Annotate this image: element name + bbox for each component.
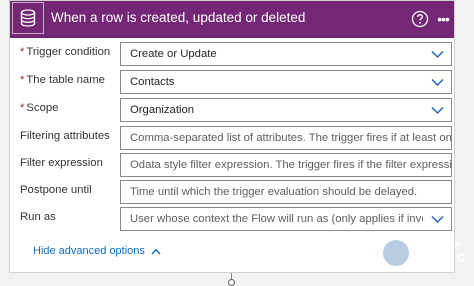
- database-icon: [12, 2, 44, 34]
- trigger-condition-row: * Trigger condition Create or Update: [10, 42, 454, 66]
- card-title: When a row is created, updated or delete…: [51, 10, 306, 25]
- filtering-attributes-row: Filtering attributes Comma-separated lis…: [10, 126, 454, 150]
- more-options-icon[interactable]: •••: [433, 8, 453, 30]
- postpone-until-label: Postpone until: [20, 184, 92, 196]
- table-name-row: * The table name Contacts: [10, 70, 454, 94]
- required-marker: *: [20, 74, 25, 86]
- filtering-attributes-placeholder: Comma-separated list of attributes. The …: [130, 132, 452, 144]
- filtering-attributes-input[interactable]: Comma-separated list of attributes. The …: [120, 126, 452, 150]
- filter-expression-row: Filter expression Odata style filter exp…: [10, 153, 454, 177]
- trigger-condition-value: Create or Update: [130, 48, 217, 60]
- help-icon[interactable]: [411, 10, 429, 28]
- chevron-down-icon: [431, 106, 444, 115]
- chevron-up-icon: [151, 248, 161, 254]
- filter-expression-label: Filter expression: [20, 157, 103, 169]
- chevron-down-icon: [431, 50, 444, 59]
- filter-expression-input[interactable]: Odata style filter expression. The trigg…: [120, 153, 452, 177]
- run-as-label: Run as: [20, 211, 56, 223]
- run-as-placeholder: User whose context the Flow will run as …: [130, 213, 423, 225]
- logo-tagline: innovative logic: [414, 241, 462, 248]
- required-marker: *: [20, 46, 25, 58]
- hide-advanced-options-link[interactable]: Hide advanced options: [33, 245, 161, 257]
- chevron-down-icon: [431, 78, 444, 87]
- scope-row: * Scope Organization: [10, 98, 454, 122]
- postpone-until-placeholder: Time until which the trigger evaluation …: [130, 186, 418, 198]
- scope-dropdown[interactable]: Organization: [120, 98, 452, 122]
- required-marker: *: [20, 102, 25, 114]
- logo-emblem-icon: [383, 240, 409, 266]
- inogic-logo: innovative logic inogic: [380, 237, 465, 271]
- table-name-value: Contacts: [130, 76, 175, 88]
- trigger-condition-dropdown[interactable]: Create or Update: [120, 42, 452, 66]
- filtering-attributes-label: Filtering attributes: [20, 130, 110, 142]
- card-header[interactable]: When a row is created, updated or delete…: [10, 1, 454, 38]
- run-as-dropdown[interactable]: User whose context the Flow will run as …: [120, 207, 452, 231]
- table-name-dropdown[interactable]: Contacts: [120, 70, 452, 94]
- postpone-until-input[interactable]: Time until which the trigger evaluation …: [120, 180, 452, 204]
- logo-name: inogic: [413, 249, 467, 266]
- postpone-until-row: Postpone until Time until which the trig…: [10, 180, 454, 204]
- table-name-label: * The table name: [20, 74, 105, 86]
- run-as-row: Run as User whose context the Flow will …: [10, 207, 454, 231]
- trigger-card: When a row is created, updated or delete…: [9, 0, 465, 273]
- filter-expression-placeholder: Odata style filter expression. The trigg…: [130, 159, 452, 171]
- scope-value: Organization: [130, 104, 195, 116]
- chevron-down-icon: [431, 215, 444, 224]
- scope-label: * Scope: [20, 102, 59, 114]
- hide-advanced-options-label: Hide advanced options: [33, 245, 145, 257]
- trigger-condition-label: * Trigger condition: [20, 46, 111, 58]
